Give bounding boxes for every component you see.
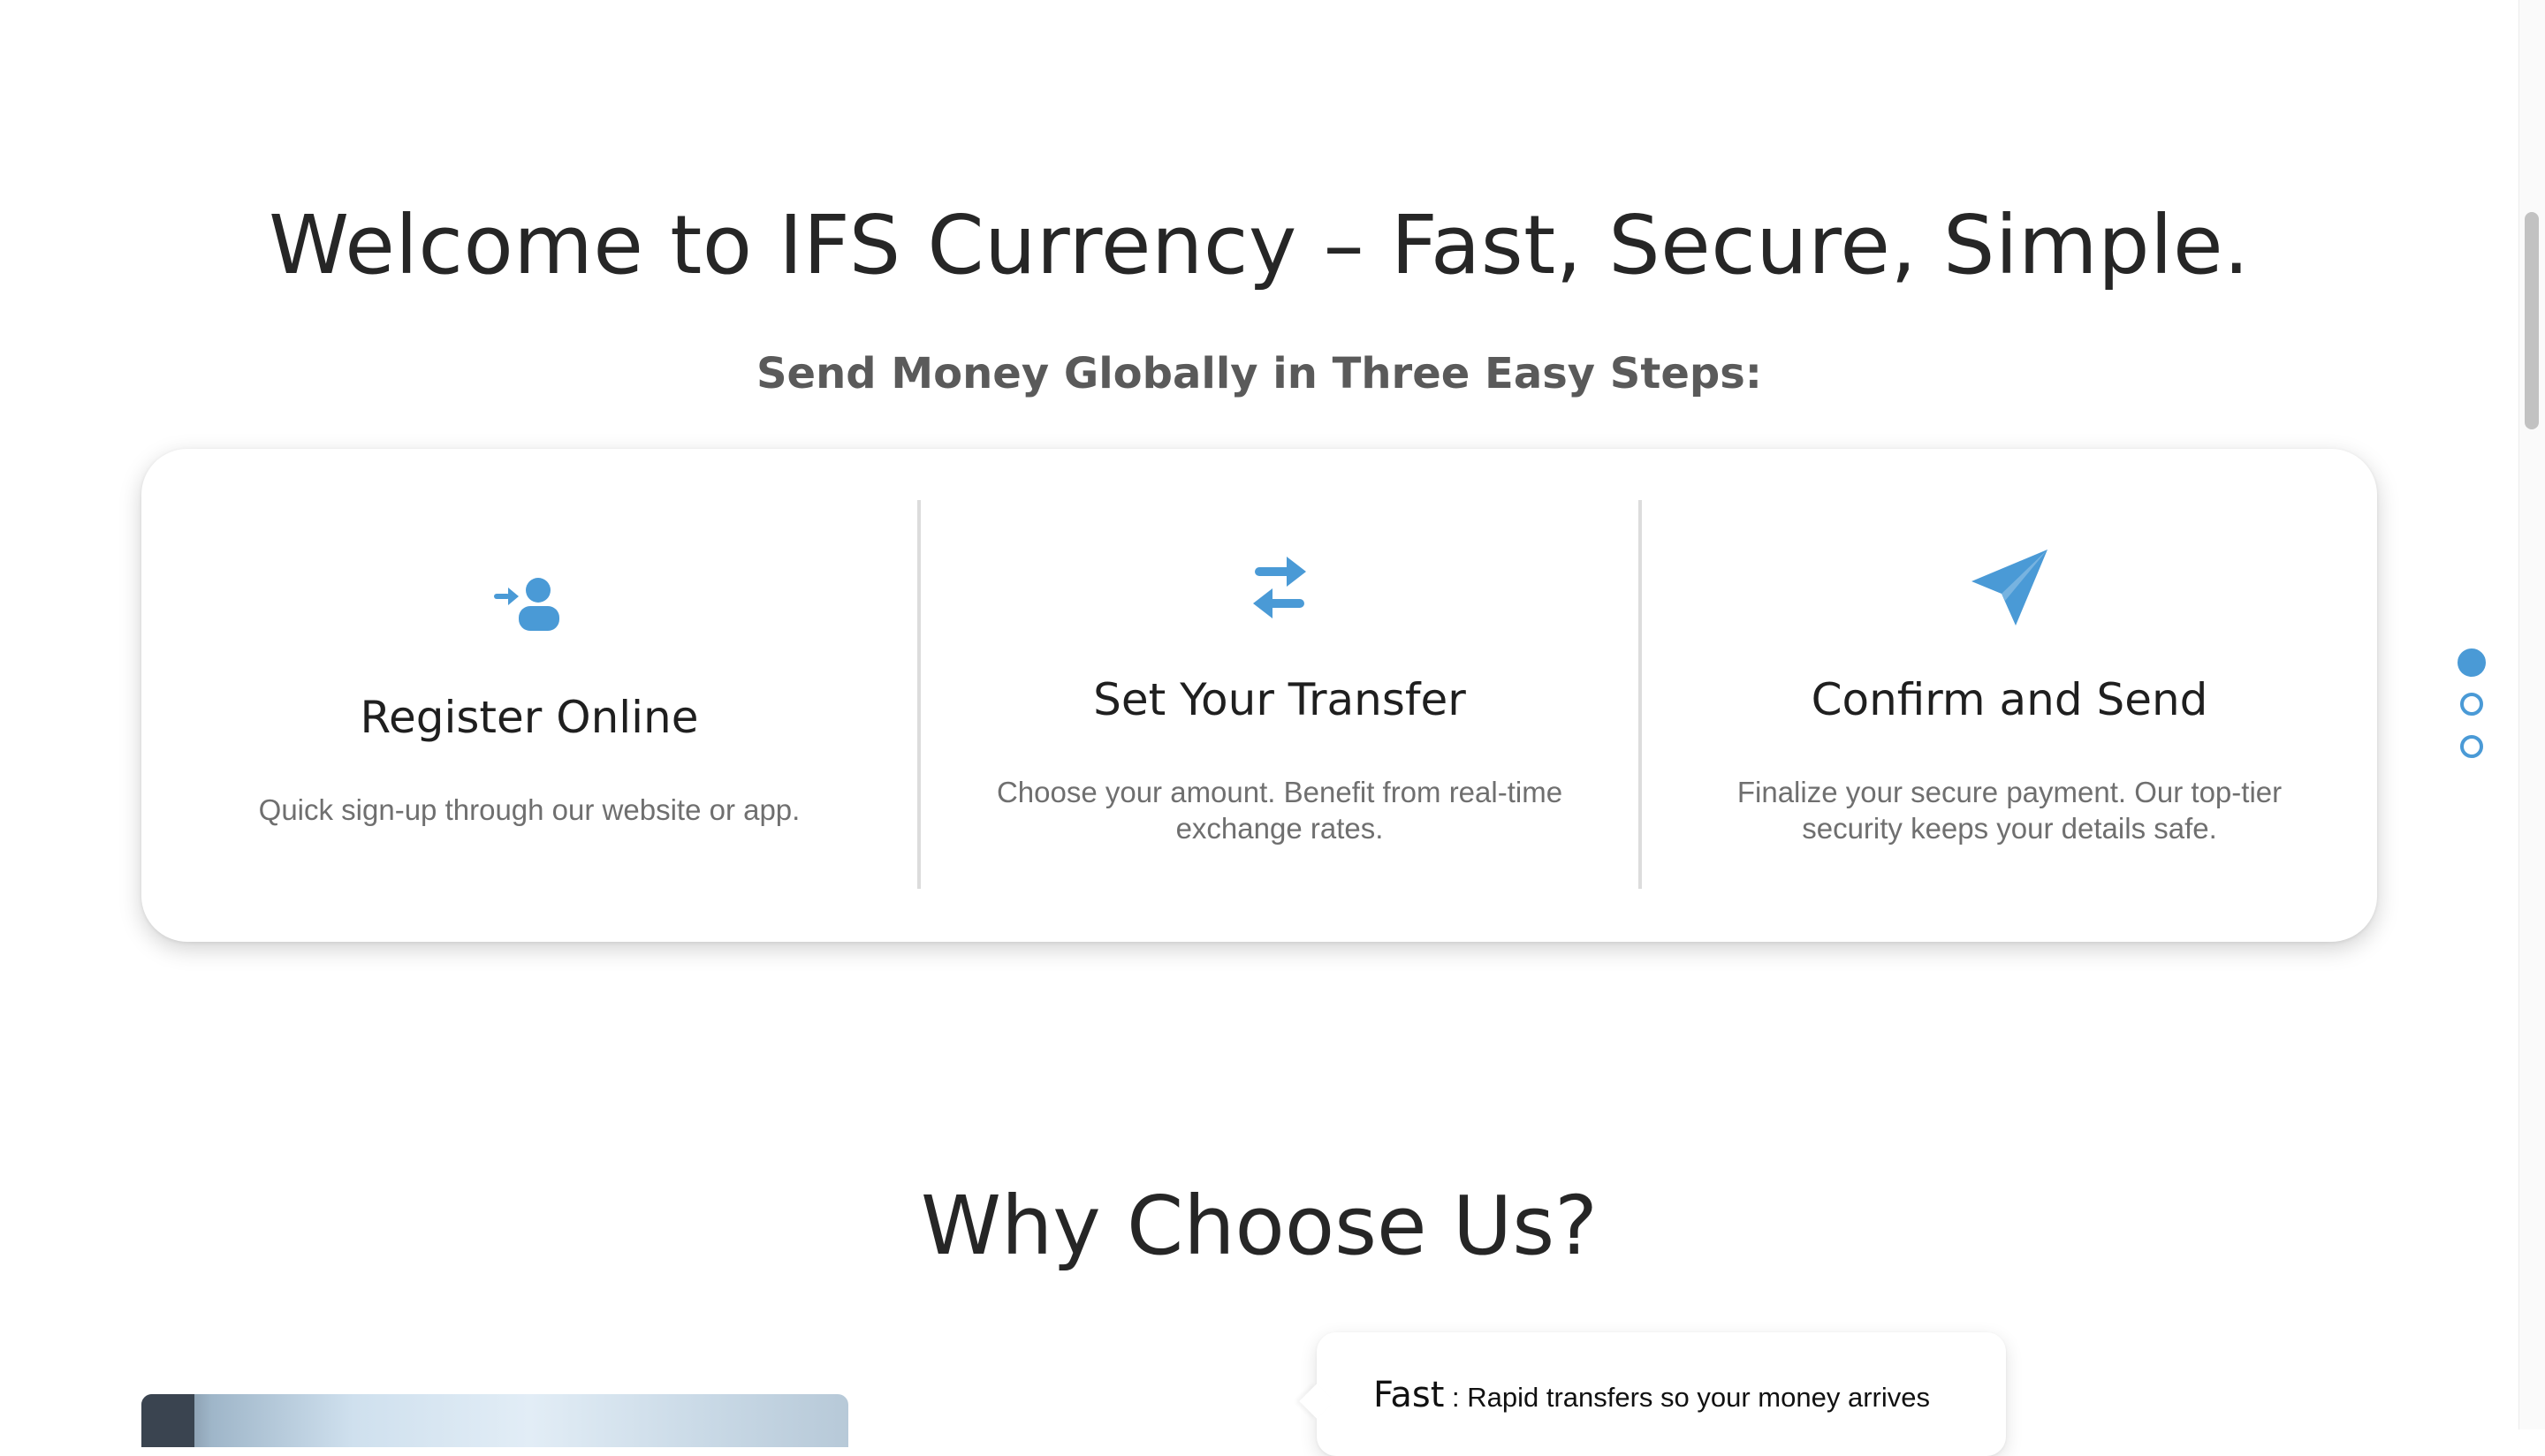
step-register: Register Online Quick sign-up through ou… (141, 449, 917, 942)
slider-dot-nav (2458, 648, 2490, 777)
feature-callout: Fast : Rapid transfers so your money arr… (1299, 1332, 2006, 1456)
feature-separator: : (1444, 1382, 1468, 1413)
feature-text: Fast : Rapid transfers so your money arr… (1373, 1375, 1930, 1415)
steps-card: Register Online Quick sign-up through ou… (141, 449, 2377, 942)
page-title: Welcome to IFS Currency – Fast, Secure, … (269, 198, 2250, 292)
page: Welcome to IFS Currency – Fast, Secure, … (0, 0, 2545, 1456)
image-shadow (141, 1394, 194, 1447)
feature-description: Rapid transfers so your money arrives (1467, 1382, 1930, 1413)
why-choose-us-title: Why Choose Us? (921, 1179, 1598, 1273)
step-title: Confirm and Send (1811, 674, 2208, 725)
user-plus-icon (494, 578, 559, 631)
scrollbar-thumb[interactable] (2525, 212, 2539, 429)
slider-dot-2[interactable] (2460, 693, 2483, 716)
step-description: Finalize your secure payment. Our top-ti… (1736, 776, 2283, 845)
slider-dot-1[interactable] (2458, 648, 2486, 677)
step-description: Quick sign-up through our website or app… (258, 793, 801, 826)
why-choose-us-image (141, 1394, 848, 1447)
feature-name: Fast (1373, 1375, 1445, 1415)
step-title: Register Online (360, 692, 699, 743)
steps-subtitle: Send Money Globally in Three Easy Steps: (756, 349, 1762, 398)
step-set-transfer: Set Your Transfer Choose your amount. Be… (921, 449, 1638, 942)
step-title: Set Your Transfer (1093, 674, 1466, 725)
step-description: Choose your amount. Benefit from real-ti… (996, 776, 1563, 845)
transfer-arrows-icon (1253, 557, 1306, 618)
paper-plane-icon (1971, 550, 2047, 626)
step-confirm-send: Confirm and Send Finalize your secure pa… (1642, 449, 2377, 942)
callout-pointer (1299, 1384, 1334, 1419)
slider-dot-3[interactable] (2460, 735, 2483, 758)
